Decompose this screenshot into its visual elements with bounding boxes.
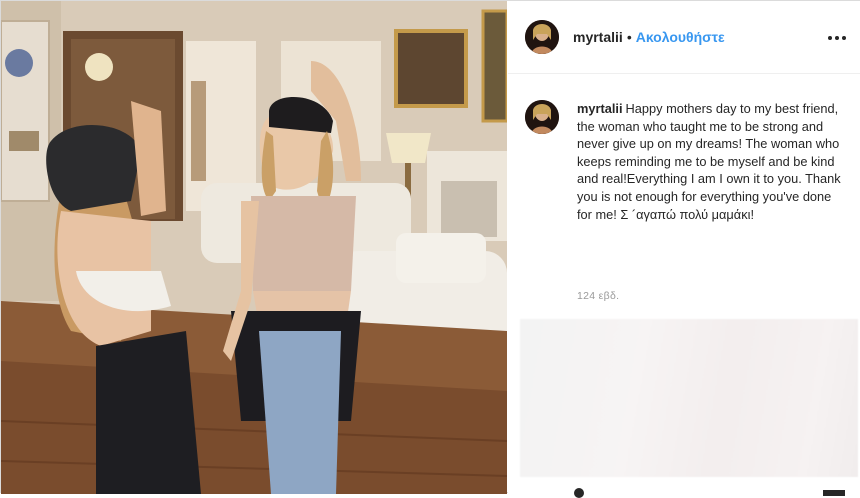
post-photo[interactable] (1, 1, 507, 494)
caption-username[interactable]: myrtalii (577, 101, 623, 116)
post-header: myrtalii • Ακολουθήστε (508, 1, 860, 74)
more-dot (828, 36, 832, 40)
caption-text: myrtalii Happy mothers day to my best fri… (577, 100, 843, 223)
blurred-content (520, 319, 858, 477)
like-icon[interactable] (574, 488, 584, 498)
username-link[interactable]: myrtalii (573, 29, 623, 45)
caption-comment: myrtalii Happy mothers day to my best fri… (525, 100, 845, 223)
comment-avatar[interactable] (525, 100, 559, 134)
user-avatar[interactable] (525, 20, 559, 54)
post-timestamp[interactable]: 124 εβδ. (577, 290, 619, 302)
more-options-icon[interactable] (825, 26, 849, 50)
separator-dot: • (626, 29, 632, 45)
save-icon[interactable] (823, 490, 845, 496)
post-sidebar: myrtalii • Ακολουθήστε myrtalii Happy mot… (508, 1, 860, 498)
caption-body: Happy mothers day to my best friend, the… (577, 101, 841, 222)
instagram-post: myrtalii • Ακολουθήστε myrtalii Happy mot… (0, 0, 860, 498)
more-dot (842, 36, 846, 40)
more-dot (835, 36, 839, 40)
follow-button[interactable]: Ακολουθήστε (636, 29, 725, 45)
